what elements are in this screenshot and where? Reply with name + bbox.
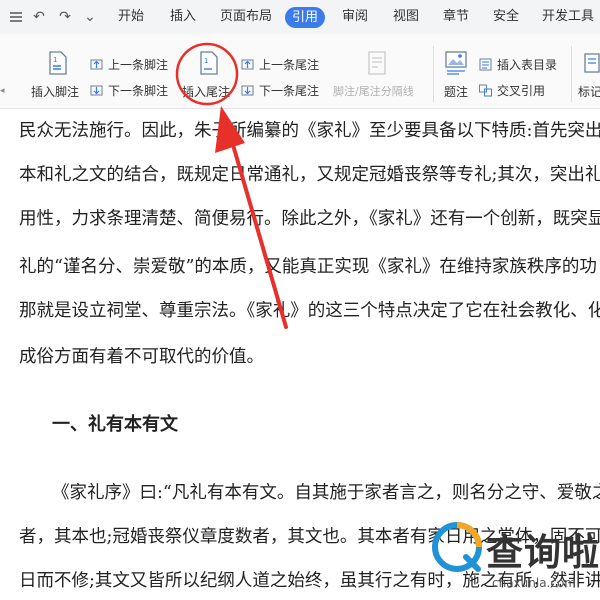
prev-endnote-button[interactable]: 上一条尾注 — [240, 55, 319, 73]
next-endnote-icon — [241, 85, 254, 95]
ribbon-separator — [433, 46, 434, 102]
menu-more-icon[interactable] — [6, 0, 26, 34]
quick-access-dropdown-icon[interactable]: ⌄ — [82, 0, 98, 34]
svg-text:1: 1 — [204, 57, 208, 65]
separator-line-button: 脚注/尾注分隔线 — [333, 85, 414, 98]
redo-icon[interactable]: ↷ — [55, 0, 75, 34]
undo-icon[interactable]: ↶ — [29, 0, 49, 34]
paragraph-line: 成俗方面有着不可取代的价值。 — [19, 347, 264, 367]
insert-footnote-icon[interactable]: 1 — [42, 50, 72, 76]
tab-developer-tools[interactable]: 开发工具 — [542, 0, 594, 34]
watermark-brand: 查询啦 — [486, 531, 600, 574]
paragraph-line: 用性，力求条理清楚、简便易行。除此之外，《家礼》还有一个创新，既突显 — [19, 209, 600, 229]
caption-button[interactable]: 题注 — [444, 83, 468, 100]
menu-tab-bar: ↶ ↷ ⌄ 开始 插入 页面布局 引用 审阅 视图 章节 安全 开发工具 — [0, 0, 600, 34]
watermark-logo-icon — [432, 522, 482, 572]
mark-icon[interactable] — [582, 50, 600, 76]
mark-button[interactable]: 标记 — [578, 83, 600, 100]
cross-reference-button[interactable]: 交叉引用 — [478, 81, 545, 99]
paragraph-line: 民众无法施行。因此，朱子所编纂的《家礼》至少要具备以下特质:首先突出礼 — [19, 121, 600, 141]
insert-endnote-button[interactable]: 插入尾注 — [182, 83, 230, 100]
ribbon-separator — [571, 46, 572, 102]
paragraph-line: 那就是设立祠堂、尊重宗法。《家礼》的这三个特点决定了它在社会教化、化 — [19, 301, 600, 321]
cross-reference-icon — [479, 84, 492, 96]
separator-line-icon — [368, 51, 386, 75]
tab-chapter[interactable]: 章节 — [443, 0, 469, 34]
watermark-url: chaxunla.com — [492, 576, 576, 590]
insert-endnote-icon[interactable]: 1 — [193, 50, 223, 76]
next-footnote-button[interactable]: 下一条脚注 — [89, 81, 168, 99]
svg-text:1: 1 — [53, 56, 57, 64]
paragraph-line: 礼的“谨名分、崇爱敬”的本质，又能真正实现《家礼》在维持家族秩序的功 — [19, 257, 597, 277]
tab-page-layout[interactable]: 页面布局 — [220, 0, 272, 34]
insert-table-of-figures-button[interactable]: 插入表目录 — [478, 55, 557, 73]
paragraph-line: 《家礼序》曰:“凡礼有本有文。自其施于家者言之，则名分之守、爱敬之 — [52, 483, 600, 503]
tab-review[interactable]: 审阅 — [342, 0, 368, 34]
table-of-figures-icon — [479, 58, 492, 70]
tab-references[interactable]: 引用 — [285, 7, 326, 28]
section-heading: 一、礼有本有文 — [52, 414, 178, 435]
prev-footnote-icon — [90, 59, 103, 69]
insert-footnote-button[interactable]: 插入脚注 — [31, 83, 79, 100]
tab-view[interactable]: 视图 — [393, 0, 419, 34]
ribbon-scroll-left-icon[interactable]: ◂ — [0, 86, 10, 96]
prev-endnote-icon — [241, 59, 254, 69]
caption-icon[interactable] — [441, 50, 471, 76]
tab-insert[interactable]: 插入 — [170, 0, 196, 34]
watermark: 查询啦 chaxunla.com — [424, 512, 600, 600]
prev-footnote-button[interactable]: 上一条脚注 — [89, 55, 168, 73]
next-endnote-button[interactable]: 下一条尾注 — [240, 81, 319, 99]
tab-home[interactable]: 开始 — [118, 0, 144, 34]
paragraph-line: 本和礼之文的结合，既规定日常通礼，又规定冠婚丧祭等专礼;其次，突出礼的 — [19, 165, 600, 185]
tab-security[interactable]: 安全 — [493, 0, 519, 34]
next-footnote-icon — [90, 85, 103, 95]
